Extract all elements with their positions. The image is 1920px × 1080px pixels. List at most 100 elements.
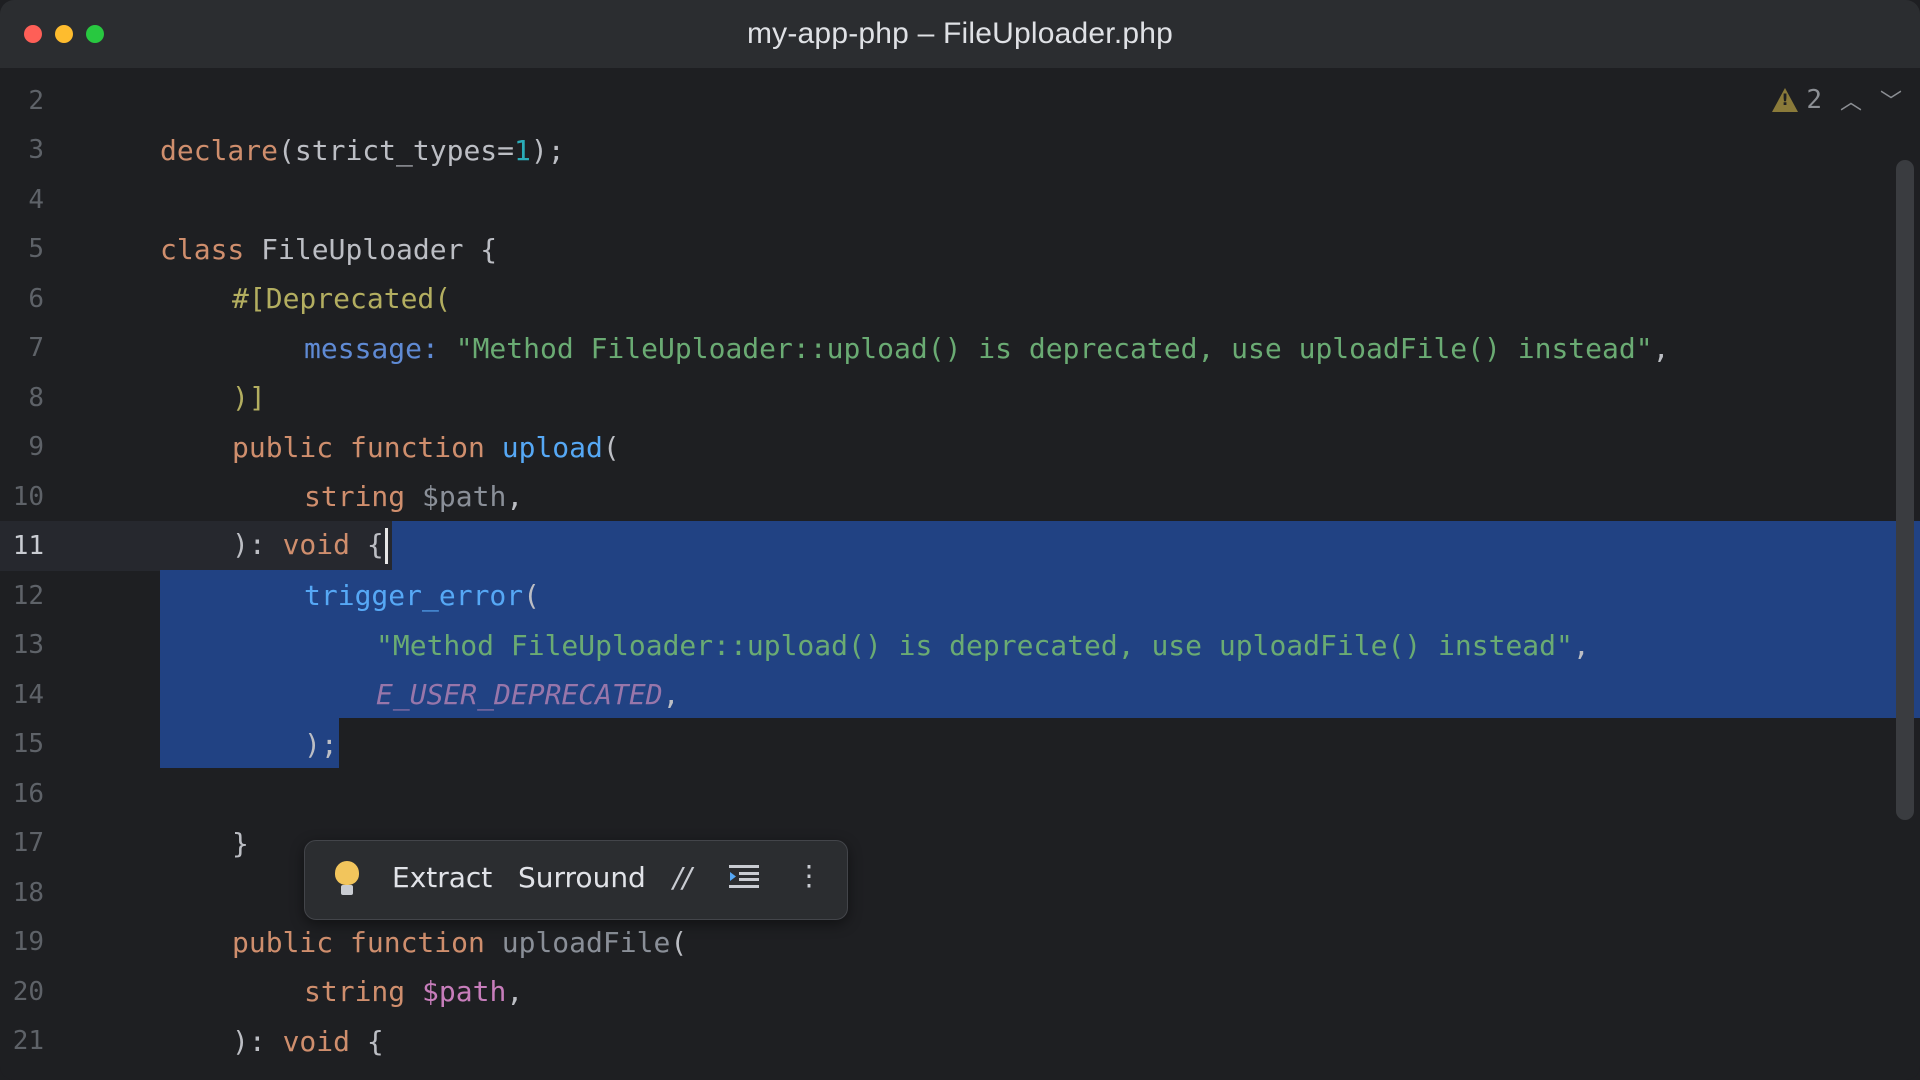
code-line[interactable]: 21 ): void { <box>0 1017 1920 1067</box>
code-line[interactable]: 3 declare(strict_types=1); <box>0 126 1920 176</box>
code-token: { <box>350 1024 384 1058</box>
code-text: } <box>232 827 249 860</box>
close-window-button[interactable] <box>24 25 42 43</box>
code-line[interactable]: 5 class FileUploader { <box>0 225 1920 275</box>
line-number: 4 <box>28 184 44 215</box>
code-text: ): void { <box>232 528 388 565</box>
code-editor[interactable]: 2 3 declare(strict_types=1); 4 5 class F… <box>0 68 1920 1080</box>
line-number: 9 <box>28 432 44 463</box>
code-text: declare(strict_types=1); <box>160 134 565 167</box>
code-line[interactable]: 19 public function uploadFile( <box>0 918 1920 968</box>
code-line[interactable]: 20 string $path, <box>0 967 1920 1017</box>
keyword: void <box>282 1024 351 1058</box>
line-number: 10 <box>12 481 44 512</box>
code-token: , <box>506 975 524 1009</box>
code-token: } <box>232 826 249 860</box>
code-line-current[interactable]: 11 ): void { <box>0 522 1920 572</box>
keyword: string <box>304 480 406 514</box>
text-caret <box>384 528 388 565</box>
keyword: declare <box>160 133 279 167</box>
chevron-up-icon[interactable]: ︿ <box>1840 84 1862 116</box>
code-line[interactable]: 16 <box>0 769 1920 819</box>
comment-icon[interactable]: // <box>673 861 692 894</box>
line-number: 8 <box>28 382 44 413</box>
surround-button[interactable]: Surround <box>518 861 646 894</box>
function-name: upload <box>501 430 603 464</box>
window-title: my-app-php – FileUploader.php <box>746 17 1174 50</box>
code-line[interactable]: 18 <box>0 868 1920 918</box>
attribute: )] <box>232 381 266 415</box>
code-line[interactable]: 10 string $path, <box>0 472 1920 522</box>
zoom-window-button[interactable] <box>86 25 104 43</box>
reformat-icon[interactable] <box>729 863 759 896</box>
more-vertical-icon[interactable]: ⋮ <box>795 859 823 892</box>
line-number: 2 <box>28 85 44 116</box>
chevron-down-icon[interactable]: ﹀ <box>1880 84 1902 116</box>
line-number: 17 <box>12 828 44 859</box>
line-number: 11 <box>12 531 44 562</box>
line-number: 3 <box>28 135 44 166</box>
code-text: string $path, <box>304 975 523 1008</box>
vertical-scrollbar[interactable] <box>1896 160 1914 820</box>
line-number: 19 <box>12 927 44 958</box>
code-text: ); <box>304 728 338 761</box>
lightbulb-base <box>341 885 353 895</box>
code-text: trigger_error( <box>304 579 540 612</box>
keyword: class <box>160 232 245 266</box>
code-text: class FileUploader { <box>160 233 497 266</box>
code-line[interactable]: 13 "Method FileUploader::upload() is dep… <box>0 621 1920 671</box>
variable: $path <box>422 480 507 514</box>
window-controls <box>24 25 104 43</box>
code-token: (strict_types= <box>278 133 515 167</box>
code-line[interactable]: 2 <box>0 76 1920 126</box>
code-line[interactable]: 12 trigger_error( <box>0 571 1920 621</box>
code-token: , <box>1572 628 1590 662</box>
line-number: 7 <box>28 333 44 364</box>
warning-count: 2 <box>1806 85 1822 115</box>
code-token: , <box>662 678 680 712</box>
line-number: 13 <box>12 630 44 661</box>
code-token: ): <box>232 528 283 562</box>
code-text: message: "Method FileUploader::upload() … <box>304 332 1669 365</box>
code-line[interactable]: 8 )] <box>0 373 1920 423</box>
reformat-icon-svg <box>729 865 759 888</box>
code-text: public function upload( <box>232 431 620 464</box>
code-line[interactable]: 4 <box>0 175 1920 225</box>
line-number: 14 <box>12 679 44 710</box>
code-token: { <box>350 528 384 562</box>
minimize-window-button[interactable] <box>55 25 73 43</box>
code-text: E_USER_DEPRECATED, <box>376 678 679 711</box>
code-line[interactable]: 9 public function upload( <box>0 423 1920 473</box>
line-number: 15 <box>12 729 44 760</box>
named-argument: message: <box>304 331 439 365</box>
number-literal: 1 <box>514 133 531 167</box>
code-line[interactable]: 6 #[Deprecated( <box>0 274 1920 324</box>
code-line[interactable]: 15 ); <box>0 720 1920 770</box>
inspection-widget[interactable]: 2 ︿ ﹀ <box>1772 84 1902 116</box>
variable: $path <box>422 975 507 1009</box>
warnings-indicator[interactable]: 2 <box>1772 85 1822 115</box>
line-number: 6 <box>28 283 44 314</box>
code-line[interactable]: 14 E_USER_DEPRECATED, <box>0 670 1920 720</box>
line-number: 16 <box>12 778 44 809</box>
keyword: public function <box>232 430 485 464</box>
code-token: ( <box>602 430 620 464</box>
string-literal: "Method FileUploader::upload() is deprec… <box>455 331 1653 365</box>
line-number: 12 <box>12 580 44 611</box>
extract-button[interactable]: Extract <box>392 861 492 894</box>
code-line[interactable]: 7 message: "Method FileUploader::upload(… <box>0 324 1920 374</box>
floating-code-toolbar: Extract Surround // ⋮ <box>304 840 848 920</box>
code-text: #[Deprecated( <box>232 282 451 315</box>
keyword: void <box>282 528 351 562</box>
attribute: #[Deprecated( <box>232 282 452 316</box>
code-token: ); <box>304 727 338 761</box>
ide-window: my-app-php – FileUploader.php 2 3 declar… <box>0 0 1920 1080</box>
lightbulb-icon[interactable] <box>335 861 359 885</box>
class-name: FileUploader { <box>244 232 498 266</box>
code-line[interactable]: 17 } <box>0 819 1920 869</box>
